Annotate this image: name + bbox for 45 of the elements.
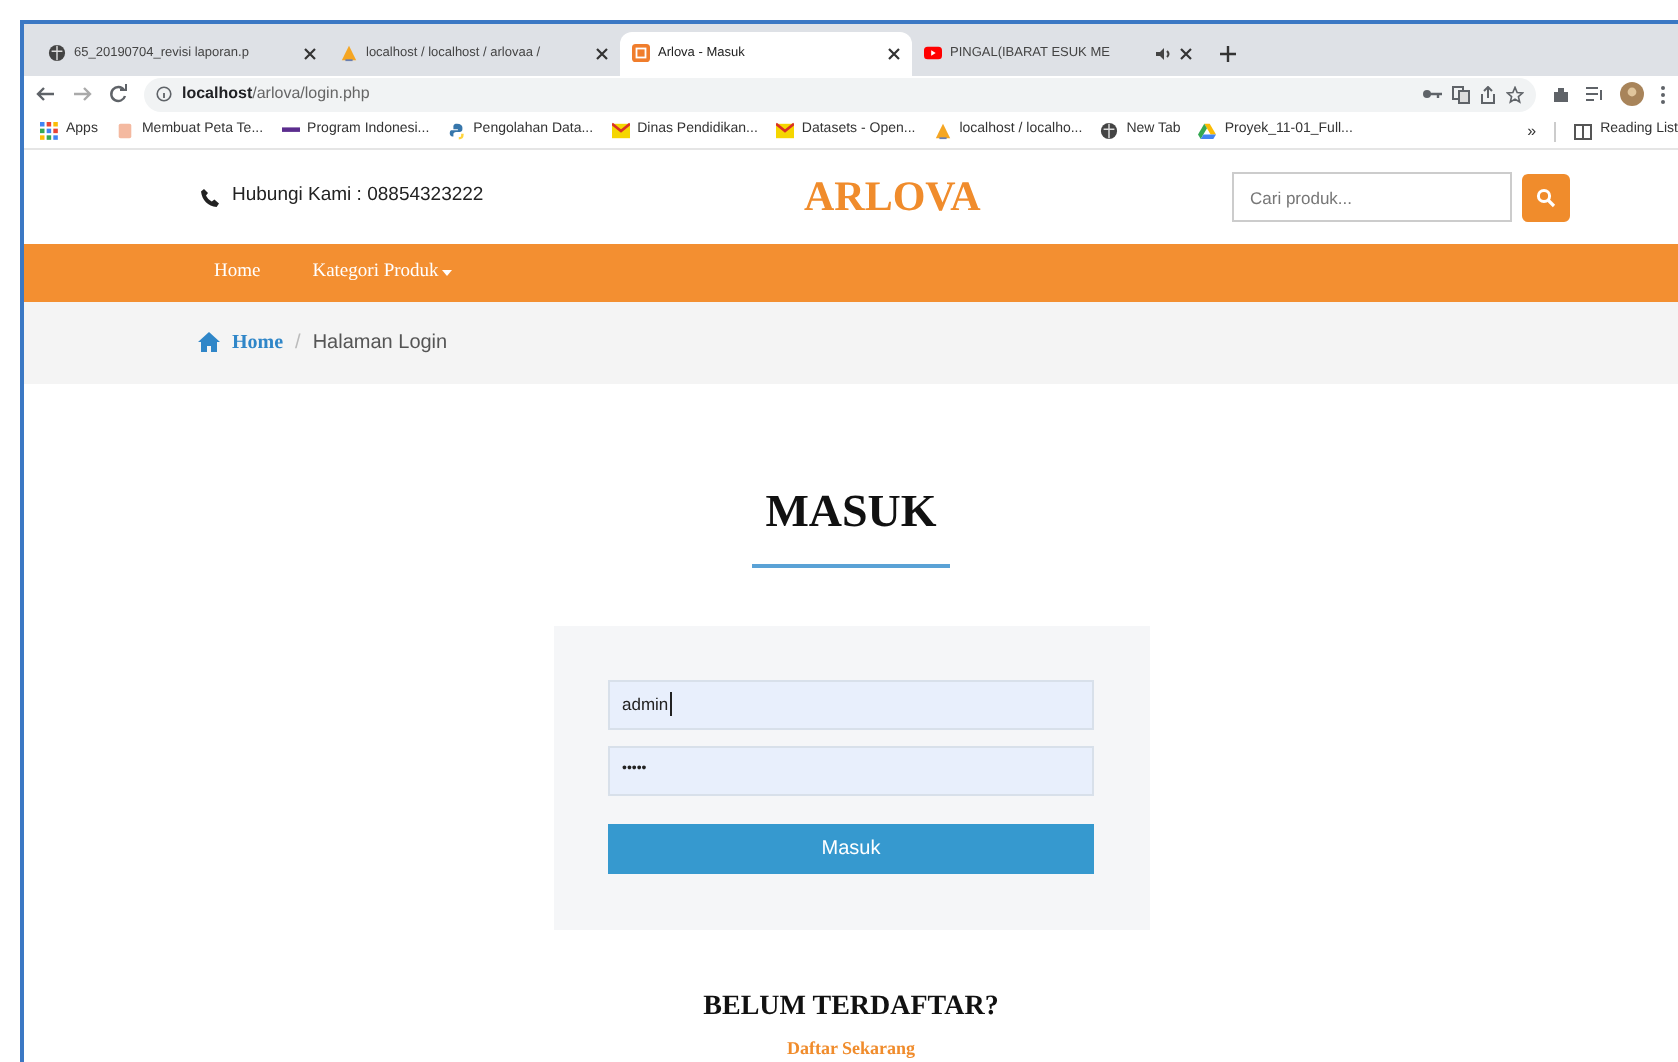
username-value: admin — [622, 691, 673, 717]
globe-icon — [1100, 122, 1119, 141]
address-bar[interactable]: localhost/arlova/login.php — [144, 77, 1536, 112]
share-icon[interactable] — [1480, 85, 1496, 104]
home-icon — [198, 332, 220, 353]
caret-icon — [442, 269, 453, 276]
media-icon[interactable] — [1586, 86, 1604, 103]
avatar-icon[interactable] — [1620, 82, 1644, 107]
mail-icon — [775, 122, 794, 141]
globe-icon — [48, 44, 66, 63]
breadcrumb-separator: / — [295, 329, 301, 358]
back-icon[interactable] — [36, 84, 56, 105]
translate-icon[interactable] — [1452, 85, 1470, 104]
breadcrumb-link[interactable]: Home — [232, 327, 284, 358]
close-icon[interactable] — [304, 47, 316, 60]
speaker-icon[interactable] — [1156, 45, 1172, 62]
key-icon[interactable] — [1422, 88, 1442, 101]
page-heading: MASUK — [765, 484, 937, 540]
close-icon[interactable] — [888, 47, 900, 60]
url-text: localhost/arlova/login.php — [182, 82, 370, 107]
apps-grid-icon — [40, 122, 58, 141]
search-field[interactable]: Cari produk... — [1232, 172, 1512, 223]
more-bookmarks-button[interactable]: » — [1527, 119, 1537, 144]
book-icon — [1574, 123, 1593, 140]
close-icon[interactable] — [1180, 47, 1192, 60]
register-heading: BELUM TERDAFTAR? — [703, 989, 999, 1025]
triangle-icon — [1198, 122, 1217, 141]
sail-icon — [340, 44, 358, 63]
phone-icon — [200, 187, 220, 208]
video-play-icon — [924, 44, 942, 63]
breadcrumb-current: Halaman Login — [312, 329, 448, 358]
site-icon — [632, 44, 650, 63]
contact-text: Hubungi Kami : 08854323222 — [232, 182, 486, 211]
document-icon — [115, 122, 134, 141]
close-icon[interactable] — [596, 47, 608, 60]
search-icon — [1536, 187, 1556, 208]
reload-icon[interactable] — [108, 84, 128, 105]
snake-icon — [447, 122, 466, 141]
new-tab-icon[interactable] — [1220, 45, 1236, 62]
username-field[interactable]: admin — [608, 679, 1094, 729]
info-icon — [156, 86, 172, 103]
sail-icon — [933, 122, 952, 141]
star-icon[interactable] — [1506, 85, 1524, 104]
menu-icon[interactable] — [1660, 85, 1666, 104]
mail-icon — [611, 122, 630, 141]
